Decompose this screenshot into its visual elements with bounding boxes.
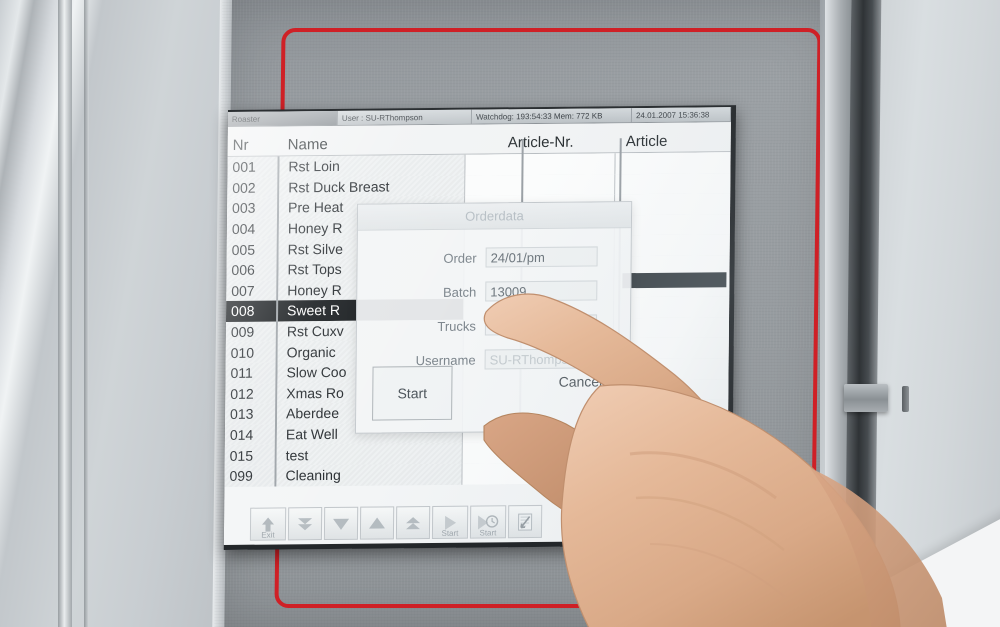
- cell-article: [615, 172, 731, 195]
- cell-nr: 011: [225, 362, 278, 384]
- table-header: Nr Name Article-Nr. Article: [227, 122, 731, 157]
- double-chevron-down-icon: [296, 516, 314, 532]
- cell-nr: 007: [226, 280, 279, 302]
- field-label: Order: [443, 250, 477, 266]
- scroll-down-button[interactable]: [323, 506, 359, 541]
- page-down-button[interactable]: [287, 507, 323, 541]
- cell-nr: 001: [227, 156, 280, 178]
- field-label: Trucks: [437, 318, 477, 334]
- cabinet-left-frame: [0, 0, 232, 627]
- cell-nr: 013: [224, 403, 278, 425]
- cell-name: Cleaning: [276, 463, 463, 486]
- cell-article-nr: [465, 173, 616, 196]
- column-header-article[interactable]: Article: [616, 132, 731, 150]
- cell-nr: 099: [224, 465, 277, 487]
- status-user: User : SU-RThompson: [337, 109, 473, 125]
- triangle-up-icon: [368, 516, 386, 530]
- start-button[interactable]: Start: [431, 505, 469, 539]
- cell-name: Rst Duck Breast: [279, 175, 466, 198]
- cell-nr: 005: [226, 238, 279, 260]
- field-input-order[interactable]: 24/01/pm: [485, 246, 598, 268]
- cell-nr: 014: [224, 424, 278, 446]
- cell-nr: 010: [225, 341, 278, 363]
- cell-article: [615, 152, 731, 174]
- scroll-up-button[interactable]: [359, 506, 395, 540]
- operator-hand: [483, 293, 947, 627]
- double-chevron-up-icon: [404, 515, 422, 531]
- column-header-nr[interactable]: Nr: [228, 136, 280, 154]
- cell-nr: 015: [224, 444, 277, 466]
- column-header-name[interactable]: Name: [280, 135, 466, 154]
- cell-article: [615, 193, 731, 216]
- start-button[interactable]: Start: [372, 365, 453, 421]
- status-app-name: Roaster: [227, 110, 339, 126]
- toolbar-button-label: Exit: [261, 530, 275, 540]
- cell-nr: 003: [226, 197, 280, 219]
- cell-nr: 006: [226, 259, 279, 281]
- cell-article-nr: [465, 153, 616, 176]
- exit-button[interactable]: Exit: [249, 507, 287, 541]
- cell-nr: 004: [226, 218, 279, 240]
- toolbar-button-label: Start: [441, 528, 459, 538]
- cell-name: Rst Loin: [279, 154, 466, 178]
- page-up-button[interactable]: [395, 506, 431, 540]
- cell-article: [614, 213, 731, 236]
- cell-article: [614, 234, 730, 257]
- cell-nr: 012: [225, 383, 278, 405]
- column-header-article-nr[interactable]: Article-Nr.: [466, 133, 616, 152]
- dialog-title: Orderdata: [357, 202, 632, 231]
- cell-nr: 009: [225, 321, 278, 343]
- triangle-down-icon: [332, 516, 350, 530]
- cell-nr: 008: [225, 300, 279, 322]
- field-label: Batch: [442, 284, 477, 300]
- status-datetime: 24.01.2007 15:36:38: [631, 107, 732, 123]
- machine-photo-scene: Roaster User : SU-RThompson Watchdog: 19…: [0, 0, 1000, 627]
- status-watchdog: Watchdog: 193:54:33 Mem: 772 KB: [471, 108, 633, 124]
- cell-name: test: [276, 443, 463, 466]
- cell-nr: 002: [227, 177, 280, 199]
